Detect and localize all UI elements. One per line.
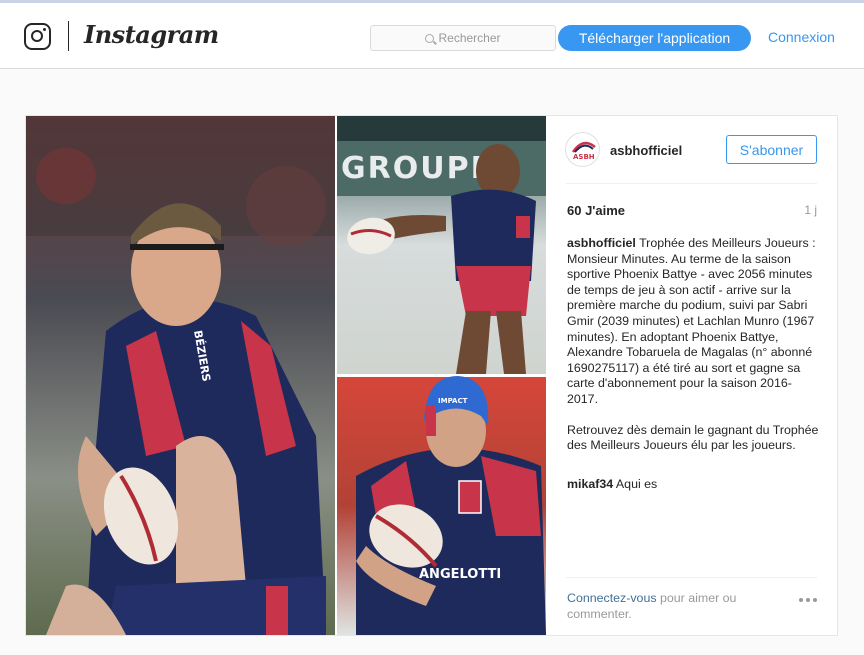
avatar[interactable]: ASBH xyxy=(565,132,600,167)
avatar-text: ASBH xyxy=(573,153,595,161)
camera-flash-dot xyxy=(43,28,46,31)
caption-username[interactable]: asbhofficiel xyxy=(567,236,636,250)
search-input[interactable]: Rechercher xyxy=(370,25,556,51)
post-caption: asbhofficiel Trophée des Meilleurs Joueu… xyxy=(567,236,822,454)
photo-bottom-right-player: IMPACT ANGELOTTI xyxy=(336,374,546,635)
post-timestamp[interactable]: 1 j xyxy=(804,203,817,217)
login-prompt: Connectez-vous pour aimer ou commenter. xyxy=(567,591,767,622)
search-icon xyxy=(425,33,435,43)
search-placeholder: Rechercher xyxy=(438,31,501,45)
logo-divider xyxy=(68,21,69,51)
instagram-wordmark[interactable]: Instagram xyxy=(84,20,219,49)
post-sidebar: ASBH asbhofficiel S'abonner 60 J'aime 1 … xyxy=(546,116,838,635)
camera-glyph-icon[interactable] xyxy=(24,23,51,50)
likes-count[interactable]: 60 J'aime xyxy=(567,203,625,218)
login-to-interact-link[interactable]: Connectez-vous xyxy=(567,591,657,605)
post-photo-collage[interactable]: BÉZIERS GROUPE IMPACT ANGELOTTI xyxy=(26,116,546,635)
login-link[interactable]: Connexion xyxy=(768,29,835,45)
caption-text: Trophée des Meilleurs Joueurs : Monsieur… xyxy=(567,236,816,406)
camera-lens xyxy=(31,30,43,42)
photo-top-right-player: GROUPE xyxy=(336,116,546,374)
comment-text: Aqui es xyxy=(615,477,658,491)
banner-text: GROUPE xyxy=(341,151,493,186)
post-author-username[interactable]: asbhofficiel xyxy=(610,143,682,158)
more-options-icon[interactable] xyxy=(799,598,817,602)
download-app-button[interactable]: Télécharger l'application xyxy=(558,25,751,51)
comment-username[interactable]: mikaf34 xyxy=(567,477,613,491)
post-header: ASBH asbhofficiel S'abonner xyxy=(546,116,838,184)
photo-left-player: BÉZIERS xyxy=(26,116,336,635)
divider xyxy=(566,577,817,578)
top-navigation-bar: Instagram Rechercher Télécharger l'appli… xyxy=(0,3,864,69)
post-card: BÉZIERS GROUPE IMPACT ANGELOTTI ASBH asb… xyxy=(25,115,838,636)
caption-text-2: Retrouvez dès demain le gagnant du Troph… xyxy=(567,422,819,453)
bottom-sponsor-text: ANGELOTTI xyxy=(419,567,501,582)
follow-button[interactable]: S'abonner xyxy=(726,135,817,164)
comment-item: mikaf34 Aqui es xyxy=(567,477,657,491)
helmet-text: IMPACT xyxy=(438,397,468,405)
divider xyxy=(566,183,817,184)
